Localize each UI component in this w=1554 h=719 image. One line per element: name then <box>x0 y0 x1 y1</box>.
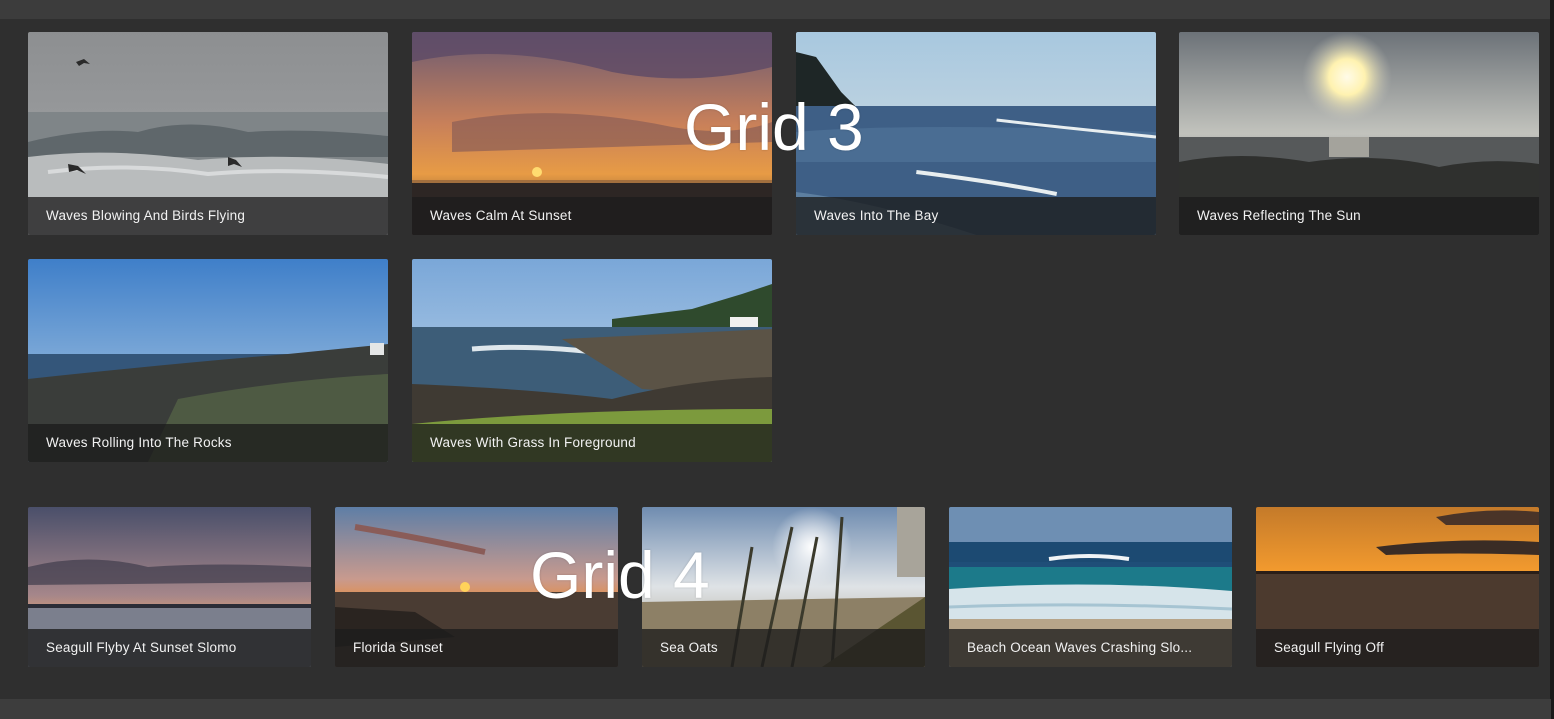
video-card-waves-rolling-rocks[interactable]: Waves Rolling Into The Rocks <box>28 259 388 462</box>
video-caption: Sea Oats <box>642 629 925 667</box>
video-caption: Waves Reflecting The Sun <box>1179 197 1539 235</box>
video-caption: Waves Calm At Sunset <box>412 197 772 235</box>
video-title: Florida Sunset <box>353 640 443 655</box>
video-caption: Waves With Grass In Foreground <box>412 424 772 462</box>
video-caption: Beach Ocean Waves Crashing Slo... <box>949 629 1232 667</box>
video-card-waves-into-bay[interactable]: Waves Into The Bay <box>796 32 1156 235</box>
video-title: Waves Blowing And Birds Flying <box>46 208 246 223</box>
video-caption: Seagull Flying Off <box>1256 629 1539 667</box>
video-caption: Seagull Flyby At Sunset Slomo <box>28 629 311 667</box>
video-card-waves-blowing[interactable]: Waves Blowing And Birds Flying <box>28 32 388 235</box>
video-title: Waves Reflecting The Sun <box>1197 208 1361 223</box>
video-title: Waves Calm At Sunset <box>430 208 572 223</box>
video-title: Sea Oats <box>660 640 718 655</box>
bottom-bar <box>0 699 1551 719</box>
window-edge <box>1550 0 1554 719</box>
video-card-florida-sunset[interactable]: Florida Sunset <box>335 507 618 667</box>
video-title: Waves With Grass In Foreground <box>430 435 636 450</box>
video-title: Seagull Flying Off <box>1274 640 1384 655</box>
video-caption: Waves Rolling Into The Rocks <box>28 424 388 462</box>
video-card-sea-oats[interactable]: Sea Oats <box>642 507 925 667</box>
video-caption: Waves Blowing And Birds Flying <box>28 197 388 235</box>
video-card-beach-ocean-waves[interactable]: Beach Ocean Waves Crashing Slo... <box>949 507 1232 667</box>
video-caption: Florida Sunset <box>335 629 618 667</box>
video-card-waves-reflecting-sun[interactable]: Waves Reflecting The Sun <box>1179 32 1539 235</box>
video-card-waves-calm-sunset[interactable]: Waves Calm At Sunset <box>412 32 772 235</box>
video-caption: Waves Into The Bay <box>796 197 1156 235</box>
video-card-seagull-flying-off[interactable]: Seagull Flying Off <box>1256 507 1539 667</box>
video-title: Seagull Flyby At Sunset Slomo <box>46 640 237 655</box>
video-title: Waves Into The Bay <box>814 208 939 223</box>
video-card-seagull-flyby[interactable]: Seagull Flyby At Sunset Slomo <box>28 507 311 667</box>
video-title: Beach Ocean Waves Crashing Slo... <box>967 640 1193 655</box>
video-title: Waves Rolling Into The Rocks <box>46 435 232 450</box>
video-card-waves-grass-foreground[interactable]: Waves With Grass In Foreground <box>412 259 772 462</box>
